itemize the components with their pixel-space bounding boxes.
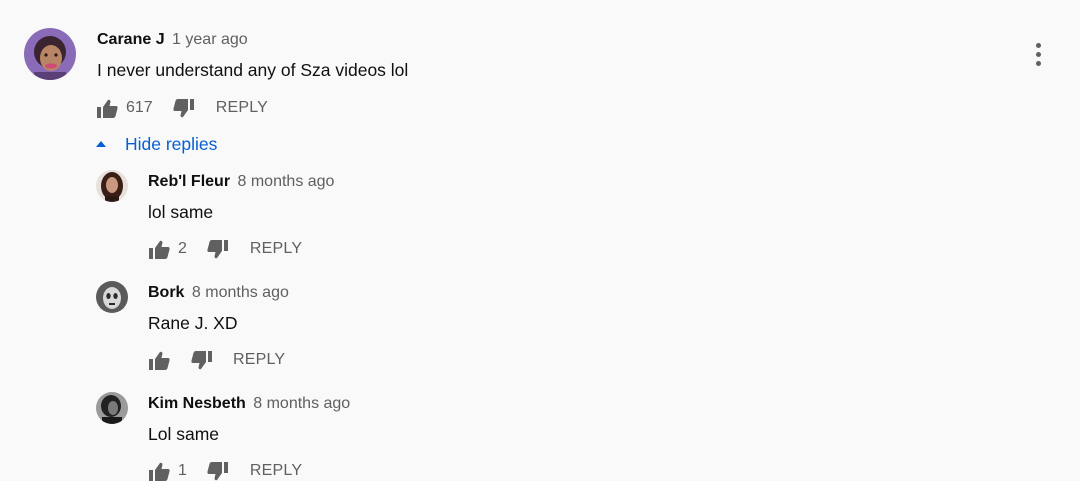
timestamp[interactable]: 1 year ago (172, 31, 248, 48)
author-name[interactable]: Kim Nesbeth (148, 395, 246, 412)
comment-actions: 1 REPLY (148, 459, 302, 481)
comment-header: Bork 8 months ago (148, 283, 289, 303)
thumb-up-icon[interactable] (148, 460, 170, 481)
comment-actions: REPLY (148, 348, 285, 372)
comment-header: Reb'l Fleur 8 months ago (148, 172, 334, 192)
comment-header: Kim Nesbeth 8 months ago (148, 394, 350, 414)
author-name[interactable]: Reb'l Fleur (148, 173, 230, 190)
thumb-up-icon[interactable] (148, 238, 170, 260)
comment-text: Rane J. XD (148, 313, 238, 333)
avatar[interactable] (96, 281, 128, 313)
thumb-up-icon[interactable] (96, 97, 118, 119)
comment-actions: 2 REPLY (148, 237, 302, 261)
caret-up-icon (96, 140, 106, 147)
comment-text: I never understand any of Sza videos lol (97, 60, 409, 80)
timestamp[interactable]: 8 months ago (192, 284, 289, 301)
comment-text: lol same (148, 202, 214, 222)
comment-thread: Carane J 1 year ago I never understand a… (0, 0, 1080, 481)
avatar[interactable] (96, 392, 128, 424)
reply-button[interactable]: REPLY (250, 240, 302, 258)
thumb-down-icon[interactable] (173, 97, 195, 119)
comment-header: Carane J 1 year ago (97, 30, 248, 50)
comment-text: Lol same (148, 424, 220, 444)
more-vert-icon[interactable] (1028, 38, 1048, 70)
reply-button[interactable]: REPLY (233, 351, 285, 369)
author-name[interactable]: Carane J (97, 31, 165, 48)
thumb-up-icon[interactable] (148, 349, 170, 371)
hide-replies-label: Hide replies (125, 134, 218, 154)
author-name[interactable]: Bork (148, 284, 184, 301)
timestamp[interactable]: 8 months ago (253, 395, 350, 412)
like-count: 617 (126, 99, 153, 116)
comment-actions: 617 REPLY (96, 96, 268, 120)
timestamp[interactable]: 8 months ago (238, 173, 335, 190)
like-count: 1 (178, 462, 187, 479)
reply-button[interactable]: REPLY (216, 99, 268, 117)
avatar[interactable] (24, 28, 76, 80)
thumb-down-icon[interactable] (190, 349, 212, 371)
hide-replies-button[interactable]: Hide replies (96, 134, 217, 155)
reply-button[interactable]: REPLY (250, 462, 302, 480)
thumb-down-icon[interactable] (207, 460, 229, 481)
like-count: 2 (178, 240, 187, 257)
avatar[interactable] (96, 170, 128, 202)
thumb-down-icon[interactable] (207, 238, 229, 260)
